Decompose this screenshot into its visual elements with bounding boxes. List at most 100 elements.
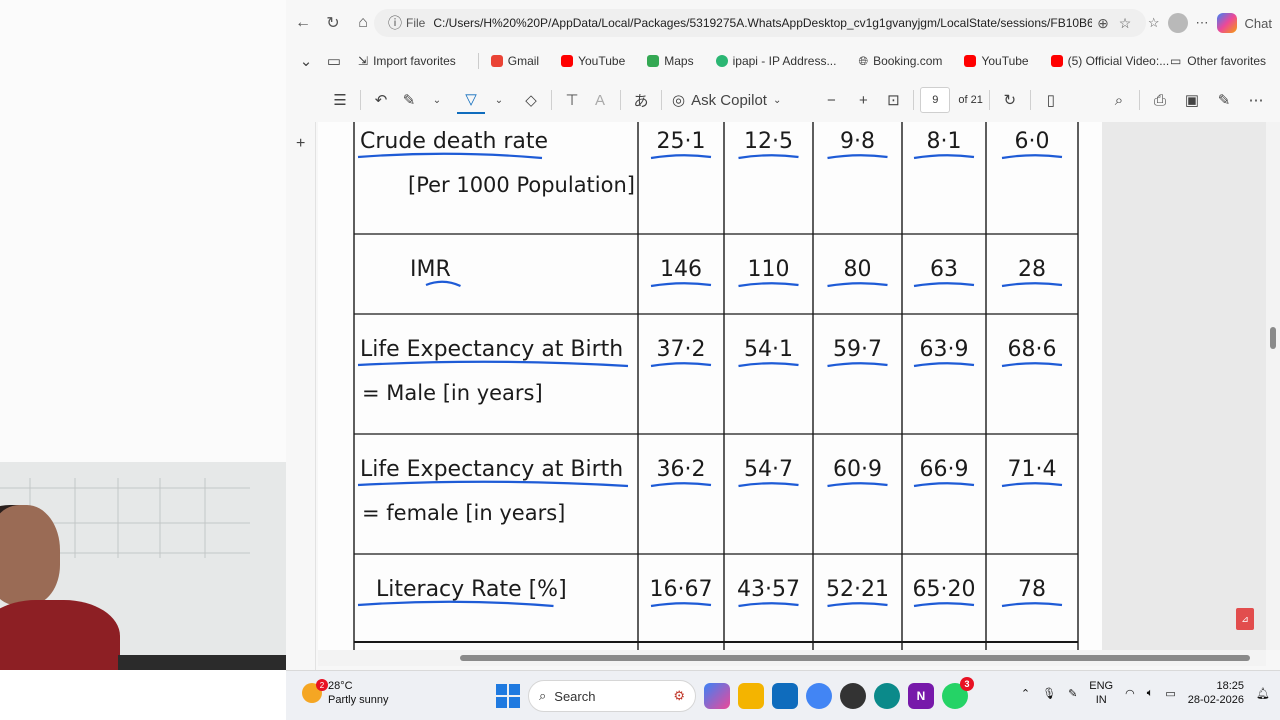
cell-value: 60·9 — [833, 457, 882, 482]
translate-icon[interactable]: あ — [627, 86, 655, 114]
url-text[interactable]: C:/Users/H%20%20P/AppData/Local/Packages… — [433, 16, 1092, 30]
ask-copilot-button[interactable]: ◎ Ask Copilot ⌄ — [668, 86, 785, 114]
wifi-icon[interactable]: ◠ — [1125, 687, 1135, 700]
cell-value: 28 — [1018, 257, 1046, 282]
volume-icon[interactable]: 🔈︎ — [1147, 687, 1154, 700]
battery-icon[interactable]: ▭ — [1165, 687, 1175, 700]
favorites-icon[interactable]: ☆ — [1148, 15, 1160, 31]
refresh-button[interactable]: ↻ — [320, 10, 346, 36]
fav-booking[interactable]: 🌐︎ Booking.com — [858, 54, 942, 69]
chat-label[interactable]: Chat — [1245, 16, 1272, 31]
other-favorites[interactable]: ▭ Other favorites — [1170, 46, 1266, 76]
row-sublabel: = Male [in years] — [362, 381, 543, 405]
vertical-scrollbar[interactable] — [1266, 122, 1280, 650]
horizontal-scroll-thumb[interactable] — [460, 655, 1250, 661]
row-sublabel: [Per 1000 Population] — [408, 173, 635, 197]
plus-icon[interactable]: + — [296, 135, 315, 153]
chevron-down-icon[interactable]: ⌄ — [423, 86, 451, 114]
profile-avatar[interactable] — [1167, 13, 1188, 33]
value-underline — [913, 602, 975, 608]
weather-widget[interactable]: 2 28°C Partly sunny — [302, 679, 389, 707]
search-icon[interactable]: ⌕ — [1105, 86, 1133, 114]
cell-value: 110 — [748, 257, 790, 282]
whatsapp-icon[interactable]: 3 — [942, 677, 974, 709]
collections-icon[interactable]: ▭ — [320, 47, 348, 75]
edge-icon[interactable] — [874, 683, 900, 709]
value-underline — [738, 482, 799, 488]
fav-youtube[interactable]: YouTube — [561, 54, 625, 68]
pdf-page: Crude death rate [Per 1000 Population] 25·… — [318, 122, 1102, 650]
file-explorer-icon[interactable] — [738, 683, 764, 709]
vertical-scroll-thumb[interactable] — [1270, 327, 1276, 349]
read-aloud-icon[interactable]: A — [586, 86, 614, 114]
pen-icon[interactable]: ✎ — [1068, 687, 1077, 700]
cell-value: 16·67 — [650, 577, 713, 602]
more-options-icon[interactable]: ⋯ — [1242, 86, 1270, 114]
print-icon[interactable]: ⎙ — [1146, 86, 1174, 114]
chevron-down-icon[interactable]: ⌄ — [485, 86, 513, 114]
youtube-icon — [964, 55, 977, 67]
text-box-icon[interactable]: ⊤ — [558, 86, 586, 114]
tab-actions-icon[interactable]: ⌄ — [292, 47, 320, 75]
copilot-app-icon[interactable] — [704, 683, 730, 709]
chevron-up-icon[interactable]: ⌃ — [1021, 687, 1030, 700]
person-head — [0, 505, 60, 605]
search-icon: ⌕ — [539, 688, 547, 703]
back-button[interactable]: ← — [290, 10, 316, 36]
address-bar[interactable]: ⓘ File C:/Users/H%20%20P/AppData/Local/P… — [374, 9, 1146, 37]
clock[interactable]: 18:25 28-02-2026 — [1188, 679, 1244, 707]
more-menu-icon[interactable]: ⋯ — [1196, 15, 1209, 31]
contents-icon[interactable]: ☰ — [326, 86, 354, 114]
home-button[interactable]: ⌂ — [350, 10, 376, 36]
undo-icon[interactable]: ↶ — [367, 86, 395, 114]
title-right-group: ☆ ⋯ Chat — [1148, 9, 1272, 37]
cell-value: 63 — [930, 257, 958, 282]
onenote-icon[interactable]: N — [908, 683, 934, 709]
zoom-icon[interactable]: ⊕ — [1092, 15, 1114, 32]
label-underline — [357, 360, 629, 368]
value-underline — [827, 362, 888, 368]
title-bar: ← ↻ ⌂ ⓘ File C:/Users/H%20%20P/AppData/L… — [286, 0, 1280, 46]
favorite-star-icon[interactable]: ☆ — [1114, 15, 1136, 32]
obs-icon[interactable] — [840, 683, 866, 709]
microphone-icon[interactable]: 🎙︎ — [1042, 687, 1056, 700]
value-underline — [913, 362, 975, 368]
chrome-icon[interactable] — [806, 683, 832, 709]
page-view-icon[interactable]: ▯ — [1037, 86, 1065, 114]
weather-temp: 28°C — [328, 680, 353, 692]
fav-gmail[interactable]: Gmail — [490, 54, 539, 68]
fav-ipapi[interactable]: ipapi - IP Address... — [715, 54, 836, 68]
language-indicator[interactable]: ENG IN — [1089, 679, 1113, 707]
save-icon[interactable]: ▣ — [1178, 86, 1206, 114]
zoom-out-button[interactable]: − — [817, 86, 845, 114]
draw-icon[interactable]: ✎ — [395, 86, 423, 114]
label-underline — [357, 600, 554, 608]
toolbar-separator — [661, 90, 662, 110]
cell-value: 25·1 — [657, 129, 706, 154]
acrobat-icon[interactable]: ⊿ — [1236, 608, 1254, 630]
fav-official-video[interactable]: (5) Official Video:... — [1050, 54, 1169, 68]
start-button[interactable] — [496, 684, 520, 708]
zoom-in-button[interactable]: + — [849, 86, 877, 114]
highlight-icon[interactable]: ▽ — [457, 86, 485, 114]
gmail-icon — [490, 55, 503, 67]
horizontal-scrollbar[interactable] — [318, 650, 1266, 666]
cell-value: 43·57 — [737, 577, 800, 602]
notification-icon[interactable]: 🔔︎ — [1256, 687, 1270, 700]
fit-page-icon[interactable]: ⊡ — [879, 86, 907, 114]
fav-maps[interactable]: Maps — [647, 54, 694, 68]
value-underline — [1001, 482, 1063, 488]
whiteboard-ledge — [118, 655, 286, 670]
save-as-icon[interactable]: ✎ — [1210, 86, 1238, 114]
outlook-icon[interactable] — [772, 683, 798, 709]
page-number-input[interactable]: 9 — [920, 87, 951, 113]
copilot-icon[interactable] — [1216, 13, 1237, 33]
rotate-icon[interactable]: ↻ — [996, 86, 1024, 114]
fav-youtube-2[interactable]: YouTube — [964, 54, 1029, 68]
ask-copilot-label: Ask Copilot — [691, 91, 767, 109]
search-highlight-icon: ⚙ — [673, 688, 685, 703]
eraser-icon[interactable]: ◇ — [517, 86, 545, 114]
taskbar-search[interactable]: ⌕ Search ⚙ — [528, 680, 696, 712]
fav-import-favorites[interactable]: ⇲ Import favorites — [358, 54, 456, 68]
cell-value: 68·6 — [1008, 337, 1057, 362]
